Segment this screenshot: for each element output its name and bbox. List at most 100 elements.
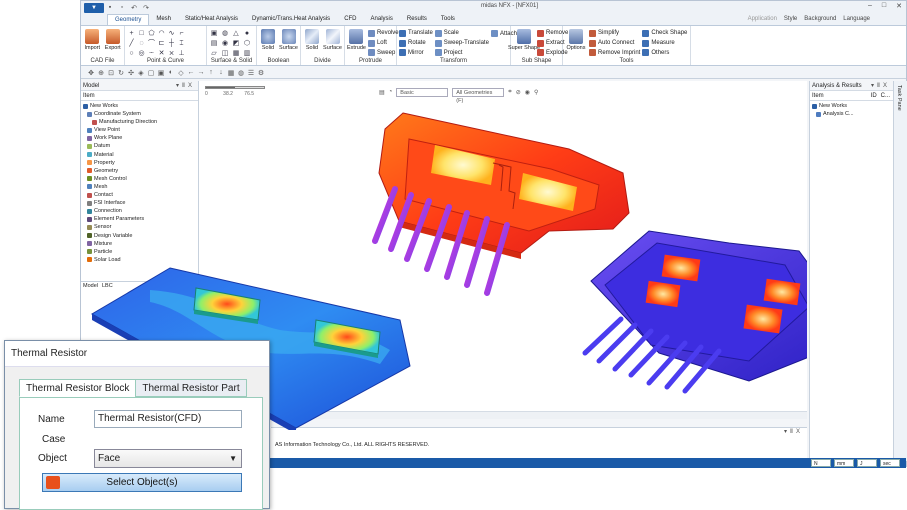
tree-item[interactable]: Manufacturing Direction — [83, 118, 198, 126]
tab-thermal-resistor-block[interactable]: Thermal Resistor Block — [19, 379, 137, 397]
tree-item[interactable]: Coordinate System — [83, 110, 198, 118]
extrude-button[interactable]: Extrude — [347, 27, 366, 57]
prism-icon[interactable]: ⬡ — [242, 39, 252, 48]
panel-controls[interactable]: ▾ⅡX — [871, 81, 893, 90]
others-button[interactable]: Others — [642, 48, 687, 57]
tab-cfd[interactable]: CFD — [337, 14, 363, 25]
tree-item[interactable]: Property — [83, 159, 198, 167]
tree-item[interactable]: FSI Interface — [83, 199, 198, 207]
grid-icon[interactable]: ▦ — [227, 69, 235, 77]
revolve-button[interactable]: Revolve — [367, 29, 399, 38]
pan-icon[interactable]: ✣ — [127, 69, 135, 77]
simplify-button[interactable]: Simplify — [589, 29, 640, 38]
zoom-fit-icon[interactable]: ⊡ — [107, 69, 115, 77]
check-shape-button[interactable]: Check Shape — [642, 29, 687, 38]
tree-item[interactable]: Sensor — [83, 223, 198, 231]
style-menu[interactable]: Style — [784, 14, 797, 25]
iso-view-icon[interactable]: ◈ — [137, 69, 145, 77]
close-icon[interactable]: ✕ — [896, 2, 902, 10]
app-menu-button[interactable]: ▼ — [84, 2, 104, 13]
wedge-icon[interactable]: ◩ — [231, 39, 241, 48]
loft-button[interactable]: Loft — [367, 39, 399, 48]
rotate-view-icon[interactable]: ↻ — [117, 69, 125, 77]
tree-item[interactable]: Geometry — [83, 167, 198, 175]
face-icon[interactable]: ▤ — [209, 39, 219, 48]
mirror-button[interactable]: Mirror — [399, 48, 433, 57]
sphere-icon[interactable]: ● — [242, 29, 252, 38]
remove-imprint-button[interactable]: Remove Imprint — [589, 48, 640, 57]
unit-length-select[interactable]: mm — [834, 459, 854, 467]
arrow-up-icon[interactable]: ↑ — [207, 69, 215, 76]
cylinder-icon[interactable]: ◍ — [220, 29, 230, 38]
settings-icon[interactable]: ⚙ — [257, 69, 265, 77]
undo-icon[interactable]: ↶ — [128, 3, 140, 13]
curve-icon[interactable]: ◌ — [137, 39, 146, 48]
arrow-left-icon[interactable]: ← — [187, 69, 195, 76]
application-menu[interactable]: Application — [748, 14, 777, 25]
arc-icon[interactable]: ◠ — [157, 29, 166, 38]
tree-item[interactable]: Design Variable — [83, 232, 198, 240]
select-objects-button[interactable]: Select Object(s) — [42, 473, 242, 492]
save-icon[interactable]: ▪ — [104, 3, 116, 13]
name-field[interactable]: Thermal Resistor(CFD) — [94, 410, 242, 428]
auto-connect-button[interactable]: Auto Connect — [589, 39, 640, 48]
rotate-button[interactable]: Rotate — [399, 39, 433, 48]
sweep-button[interactable]: Sweep — [367, 48, 399, 57]
unit-time-select[interactable]: sec — [880, 459, 900, 467]
palette-icon[interactable]: ◍ — [237, 69, 245, 77]
minimize-icon[interactable]: – — [868, 2, 872, 10]
top-view-icon[interactable]: ▣ — [157, 69, 165, 77]
options-button[interactable]: Options — [565, 27, 587, 57]
task-pane-strip[interactable]: Task Pane — [893, 81, 907, 461]
tab-geometry[interactable]: Geometry — [107, 14, 150, 25]
open-icon[interactable]: ▫ — [116, 3, 128, 13]
super-shape-button[interactable]: Super Shape — [508, 27, 540, 57]
line-icon[interactable]: ╱ — [127, 39, 136, 48]
layers-icon[interactable]: ☰ — [247, 69, 255, 77]
tab-dynamic-heat[interactable]: Dynamic/Trans.Heat Analysis — [245, 14, 337, 25]
rectangle-icon[interactable]: □ — [137, 29, 146, 38]
fillet-icon[interactable]: ⌐ — [177, 29, 186, 38]
unit-force-select[interactable]: N — [811, 459, 831, 467]
tab-tools[interactable]: Tools — [434, 14, 462, 25]
tree-item[interactable]: Particle — [83, 248, 198, 256]
zoom-icon[interactable]: ⊕ — [97, 69, 105, 77]
select-icon[interactable]: ✥ — [87, 69, 95, 77]
polygon-icon[interactable]: ⬠ — [147, 29, 156, 38]
tree-item[interactable]: Mesh — [83, 183, 198, 191]
boolean-surface-button[interactable]: Surface — [279, 27, 298, 57]
tab-analysis[interactable]: Analysis — [364, 14, 400, 25]
tab-static-heat[interactable]: Static/Heat Analysis — [178, 14, 245, 25]
unit-energy-select[interactable]: J — [857, 459, 877, 467]
offset-icon[interactable]: ⊏ — [157, 39, 166, 48]
tree-item[interactable]: Element Parameters — [83, 215, 198, 223]
language-menu[interactable]: Language — [843, 14, 870, 25]
arrow-down-icon[interactable]: ↓ — [217, 69, 225, 76]
arrow-right-icon[interactable]: → — [197, 69, 205, 76]
tree-item[interactable]: View Point — [83, 126, 198, 134]
box-icon[interactable]: ▣ — [209, 29, 219, 38]
tree-item[interactable]: Mixture — [83, 240, 198, 248]
spline-icon[interactable]: ∿ — [167, 29, 176, 38]
tree-item[interactable]: New Works — [812, 102, 893, 110]
trim-icon[interactable]: ┼ — [167, 39, 176, 48]
cone-icon[interactable]: △ — [231, 29, 241, 38]
polyline-icon[interactable]: ⌒ — [147, 39, 156, 48]
tree-item[interactable]: New Works — [83, 102, 198, 110]
tree-item[interactable]: Contact — [83, 191, 198, 199]
boolean-solid-button[interactable]: Solid — [259, 27, 277, 57]
tab-mesh[interactable]: Mesh — [149, 14, 178, 25]
point-icon[interactable]: + — [127, 29, 136, 38]
tree-item[interactable]: Connection — [83, 207, 198, 215]
tree-item[interactable]: Work Plane — [83, 134, 198, 142]
translate-button[interactable]: Translate — [399, 29, 433, 38]
import-button[interactable]: Import — [83, 27, 102, 57]
tab-thermal-resistor-part[interactable]: Thermal Resistor Part — [135, 379, 247, 397]
divide-solid-button[interactable]: Solid — [303, 27, 321, 57]
panel-controls[interactable]: ▾ⅡX — [784, 428, 803, 435]
tab-results[interactable]: Results — [400, 14, 434, 25]
project-button[interactable]: Project — [434, 48, 489, 57]
measure-button[interactable]: Measure — [642, 39, 687, 48]
tree-item[interactable]: Datum — [83, 142, 198, 150]
export-button[interactable]: Export — [104, 27, 123, 57]
